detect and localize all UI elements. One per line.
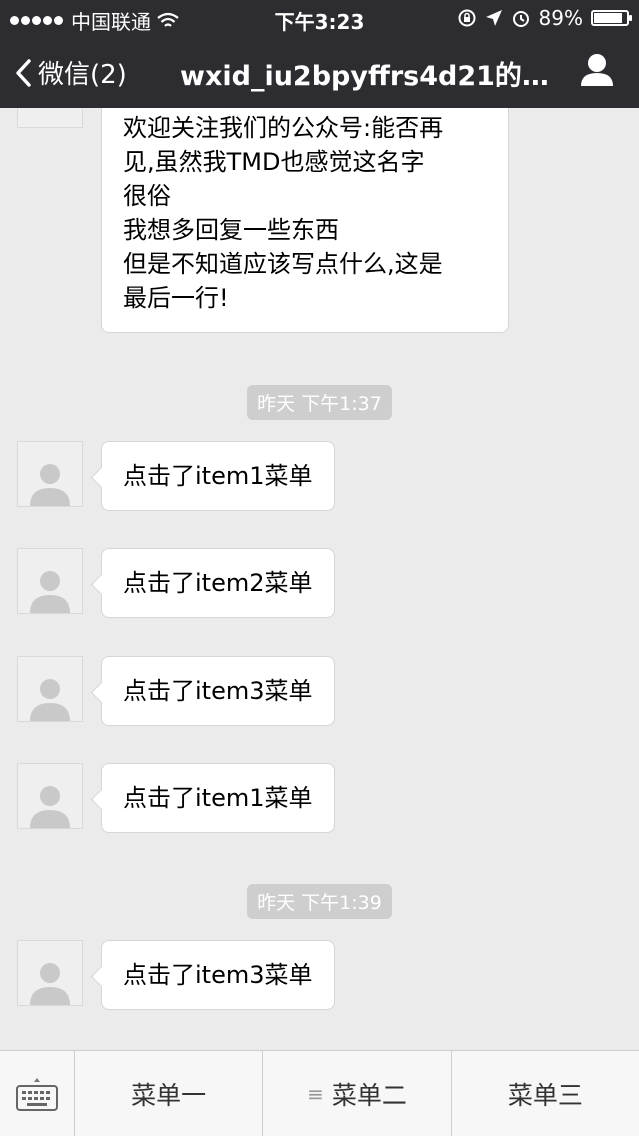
location-icon: [485, 10, 502, 26]
message-text: 点击了item3菜单: [123, 961, 313, 989]
message-line: 我想多回复一些东西: [123, 216, 339, 244]
timestamp: 昨天 下午1:39: [0, 884, 639, 919]
battery-level: [594, 13, 623, 23]
keyboard-toggle-button[interactable]: [0, 1051, 75, 1136]
menu-item-label: 菜单三: [507, 1080, 583, 1110]
rotation-lock-icon: [458, 9, 476, 27]
menu-item-label: 菜单一: [131, 1080, 207, 1110]
back-label: 微信(2): [38, 60, 127, 90]
message-text: 点击了item3菜单: [123, 677, 313, 705]
person-icon: [581, 54, 613, 86]
avatar[interactable]: [17, 441, 83, 507]
timestamp: 昨天 下午1:37: [0, 385, 639, 420]
message-bubble[interactable]: 点击了item3菜单: [101, 656, 335, 726]
menu-item-3[interactable]: 菜单三: [450, 1051, 639, 1136]
message-line: 见,虽然我TMD也感觉这名字: [123, 148, 425, 176]
default-avatar-icon: [30, 571, 70, 613]
nav-bar: 微信(2) wxid_iu2bpyffrs4d21的...: [0, 36, 639, 108]
message-bubble[interactable]: 欢迎关注我们的公众号:能否再 见,虽然我TMD也感觉这名字 很俗 我想多回复一些…: [101, 108, 509, 333]
alarm-icon: [512, 11, 529, 27]
message-line: 很俗: [123, 182, 171, 210]
chevron-left-icon: [16, 58, 31, 87]
keyboard-icon: [16, 1077, 58, 1111]
default-avatar-icon: [30, 786, 70, 828]
default-avatar-icon: [30, 679, 70, 721]
avatar[interactable]: [17, 940, 83, 1006]
status-right: 89%: [457, 6, 632, 30]
timestamp-label: 昨天 下午1:37: [247, 385, 392, 420]
default-avatar-icon: [30, 464, 70, 506]
message-bubble[interactable]: 点击了item2菜单: [101, 548, 335, 618]
menu-item-2[interactable]: ≡ 菜单二: [262, 1051, 450, 1136]
message-bubble[interactable]: 点击了item1菜单: [101, 763, 335, 833]
message-bubble[interactable]: 点击了item1菜单: [101, 441, 335, 511]
avatar[interactable]: [17, 548, 83, 614]
avatar[interactable]: [17, 656, 83, 722]
page-title: wxid_iu2bpyffrs4d21的...: [180, 61, 550, 92]
message-line: 最后一行!: [123, 284, 229, 312]
message-list[interactable]: 欢迎关注我们的公众号:能否再 见,虽然我TMD也感觉这名字 很俗 我想多回复一些…: [0, 108, 639, 1050]
profile-button[interactable]: [577, 50, 617, 90]
submenu-icon: ≡: [307, 1081, 324, 1106]
message-line: 但是不知道应该写点什么,这是: [123, 250, 443, 278]
message-line: 欢迎关注我们的公众号:能否再: [123, 114, 444, 142]
menu-item-1[interactable]: 菜单一: [75, 1051, 262, 1136]
battery-icon: [591, 10, 632, 26]
menu-item-label: 菜单二: [331, 1080, 407, 1110]
battery-percent: 89%: [538, 6, 583, 30]
avatar[interactable]: [17, 108, 83, 128]
message-text: 点击了item1菜单: [123, 462, 313, 490]
custom-menu-bar: 菜单一 ≡ 菜单二 菜单三: [0, 1050, 639, 1136]
message-text: 点击了item2菜单: [123, 569, 313, 597]
default-avatar-icon: [30, 963, 70, 1005]
back-button[interactable]: 微信(2): [14, 54, 127, 91]
status-bar: 中国联通 下午3:23 89%: [0, 0, 639, 36]
avatar[interactable]: [17, 763, 83, 829]
chat-screen: 中国联通 下午3:23 89% 微信(2) wxid_iu2bpyffrs4d2…: [0, 0, 639, 1136]
message-bubble[interactable]: 点击了item3菜单: [101, 940, 335, 1010]
timestamp-label: 昨天 下午1:39: [247, 884, 392, 919]
message-text: 点击了item1菜单: [123, 784, 313, 812]
